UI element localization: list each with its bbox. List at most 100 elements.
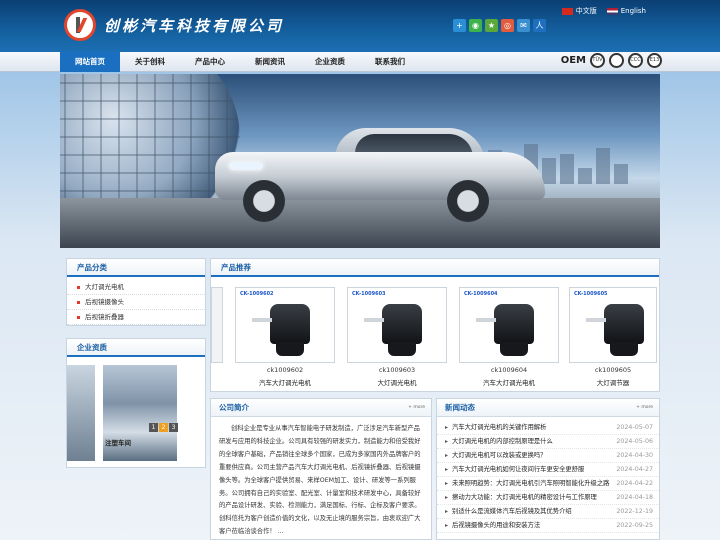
news-item-date: 2022-09-25: [616, 522, 653, 529]
oem-logo: OEM: [560, 55, 586, 66]
lang-en-link[interactable]: English: [606, 7, 646, 15]
news-title: 新闻动态: [445, 403, 475, 412]
news-item[interactable]: 擦动力大功能：大灯调光电机的精密设计与工作原理 2024-04-18: [437, 491, 659, 505]
qualification-caption: 注塑车间: [105, 439, 131, 447]
product-card[interactable]: CK-1009604 ck1009604 汽车大灯调光电机: [459, 287, 559, 387]
qualification-box: 企业资质 1 2 3 注塑车间: [66, 338, 206, 468]
product-code: CK-1009603: [352, 291, 386, 297]
product-card[interactable]: CK-1009602 ck1009602 汽车大灯调光电机: [235, 287, 335, 387]
category-label: 后视镜摄像头: [85, 298, 124, 306]
news-item-date: 2024-04-30: [616, 452, 653, 459]
category-item-mirror-camera[interactable]: 后视镜摄像头: [67, 295, 205, 310]
news-item-title[interactable]: 大灯调光电机的内部控制原理是什么: [445, 435, 553, 448]
category-item-headlight-motor[interactable]: 大灯调光电机: [67, 280, 205, 295]
product-name[interactable]: 汽车大灯调光电机: [459, 377, 559, 387]
news-item-title[interactable]: 汽车大灯调光电机的关键作用解析: [445, 421, 546, 434]
wechat-icon[interactable]: ◉: [469, 19, 482, 32]
news-item[interactable]: 大灯调光电机的内部控制原理是什么 2024-05-06: [437, 435, 659, 449]
news-item-date: 2024-04-22: [616, 480, 653, 487]
ccc-icon: CCC: [628, 53, 643, 68]
news-panel: 新闻动态 + more 汽车大灯调光电机的关键作用解析 2024-05-07 大灯…: [436, 398, 660, 540]
company-intro-panel: 公司简介 + more 创科企业是专业从事汽车智能电子研发制造，广泛涉足汽车新型…: [210, 398, 432, 540]
news-item-title[interactable]: 未来照明趋势：大灯调光电机引汽车照明智能化升级之路: [445, 477, 609, 490]
product-carousel: CK-1009602 ck1009602 汽车大灯调光电机 CK-1009603…: [211, 285, 661, 393]
news-item[interactable]: 别适什么是流媒体汽车后视镜及其优势介绍 2022-12-19: [437, 505, 659, 519]
qualification-pager: 1 2 3: [149, 423, 178, 432]
cert-seal-icon: [609, 53, 624, 68]
news-item-title[interactable]: 汽车大灯调光电机如何让夜间行车更安全更舒服: [445, 463, 584, 476]
product-image: CK-1009602: [235, 287, 335, 363]
renren-icon[interactable]: 人: [533, 19, 546, 32]
bullet-icon: [77, 285, 80, 289]
news-item-title[interactable]: 别适什么是流媒体汽车后视镜及其优势介绍: [445, 505, 572, 518]
news-item-title[interactable]: 大灯调光电机可以改装或更换吗？: [445, 449, 546, 462]
email-icon[interactable]: ✉: [517, 19, 530, 32]
qualification-photo-prev[interactable]: [67, 365, 95, 461]
site-header: 创彬汽车科技有限公司 + ◉ ★ ◎ ✉ 人 中文版 English: [0, 0, 720, 52]
product-partial: [211, 287, 223, 363]
product-recommend: 产品推荐 CK-1009602 ck1009602 汽车大灯调光电机 CK-10…: [210, 258, 660, 392]
category-label: 后视镜折叠器: [85, 313, 124, 321]
e13-icon: E13: [647, 53, 662, 68]
news-item-date: 2024-05-06: [616, 438, 653, 445]
intro-more-link[interactable]: + more: [408, 399, 425, 417]
category-item-mirror-folder[interactable]: 后视镜折叠器: [67, 310, 205, 325]
main-nav: 网站首页 关于创科 产品中心 新闻资讯 企业资质 联系我们 OEM TÜV CC…: [0, 52, 720, 72]
lang-cn-link[interactable]: 中文版: [561, 6, 597, 16]
product-card[interactable]: CK-1009605 ck1009605 大灯调节器: [569, 287, 657, 387]
news-item-date: 2022-12-19: [616, 508, 653, 515]
pager-2[interactable]: 2: [159, 423, 168, 432]
weibo-icon[interactable]: ◎: [501, 19, 514, 32]
news-item[interactable]: 大灯调光电机可以改装或更换吗？ 2024-04-30: [437, 449, 659, 463]
product-image: CK-1009604: [459, 287, 559, 363]
language-switch: 中文版 English: [561, 6, 646, 16]
product-name[interactable]: 汽车大灯调光电机: [235, 377, 335, 387]
star-icon[interactable]: ★: [485, 19, 498, 32]
nav-qualification[interactable]: 企业资质: [300, 52, 360, 72]
category-box: 产品分类 大灯调光电机 后视镜摄像头 后视镜折叠器: [66, 258, 206, 326]
intro-text: 创科企业是专业从事汽车智能电子研发制造，广泛涉足汽车新型产品研发与应用的科技企业…: [219, 425, 421, 536]
bullet-icon: [77, 300, 80, 304]
tuv-icon: TÜV: [590, 53, 605, 68]
nav-news[interactable]: 新闻资讯: [240, 52, 300, 72]
pager-3[interactable]: 3: [169, 423, 178, 432]
intro-header: 公司简介 + more: [211, 399, 431, 417]
product-id: ck1009605: [594, 366, 632, 374]
products-title: 产品推荐: [211, 259, 659, 277]
hero-banner[interactable]: [60, 74, 660, 248]
product-id: ck1009602: [266, 366, 304, 374]
certifications: OEM TÜV CCC E13: [561, 53, 662, 68]
product-code: CK-1009605: [574, 291, 608, 297]
news-item[interactable]: 未来照明趋势：大灯调光电机引汽车照明智能化升级之路 2024-04-22: [437, 477, 659, 491]
product-id: ck1009603: [378, 366, 416, 374]
news-item-title[interactable]: 擦动力大功能：大灯调光电机的精密设计与工作原理: [445, 491, 597, 504]
product-id: ck1009604: [490, 366, 528, 374]
us-flag-icon: [606, 7, 618, 15]
news-item[interactable]: 后视镜摄像头的用途和安装方法 2022-09-25: [437, 519, 659, 533]
nav-about[interactable]: 关于创科: [120, 52, 180, 72]
news-item[interactable]: 汽车大灯调光电机的关键作用解析 2024-05-07: [437, 421, 659, 435]
qq-icon[interactable]: +: [453, 19, 466, 32]
lang-en-label: English: [620, 7, 646, 15]
nav-contact[interactable]: 联系我们: [360, 52, 420, 72]
category-title: 产品分类: [67, 259, 205, 277]
news-item-title[interactable]: 后视镜摄像头的用途和安装方法: [445, 519, 540, 532]
news-more-link[interactable]: + more: [636, 399, 653, 417]
company-name: 创彬汽车科技有限公司: [104, 16, 285, 35]
nav-home[interactable]: 网站首页: [60, 52, 120, 72]
lang-cn-label: 中文版: [575, 7, 597, 15]
nav-products[interactable]: 产品中心: [180, 52, 240, 72]
pager-1[interactable]: 1: [149, 423, 158, 432]
product-card[interactable]: CK-1009603 ck1009603 大灯调光电机: [347, 287, 447, 387]
product-image: CK-1009603: [347, 287, 447, 363]
product-name[interactable]: 大灯调节器: [569, 377, 657, 387]
product-image: CK-1009605: [569, 287, 657, 363]
china-flag-icon: [561, 7, 573, 15]
logo[interactable]: 创彬汽车科技有限公司: [64, 9, 284, 41]
category-label: 大灯调光电机: [85, 283, 124, 291]
product-name[interactable]: 大灯调光电机: [347, 377, 447, 387]
news-item-date: 2024-04-18: [616, 494, 653, 501]
nav-items: 网站首页 关于创科 产品中心 新闻资讯 企业资质 联系我们: [60, 52, 420, 72]
news-item[interactable]: 汽车大灯调光电机如何让夜间行车更安全更舒服 2024-04-27: [437, 463, 659, 477]
news-list: 汽车大灯调光电机的关键作用解析 2024-05-07 大灯调光电机的内部控制原理是…: [437, 417, 659, 533]
